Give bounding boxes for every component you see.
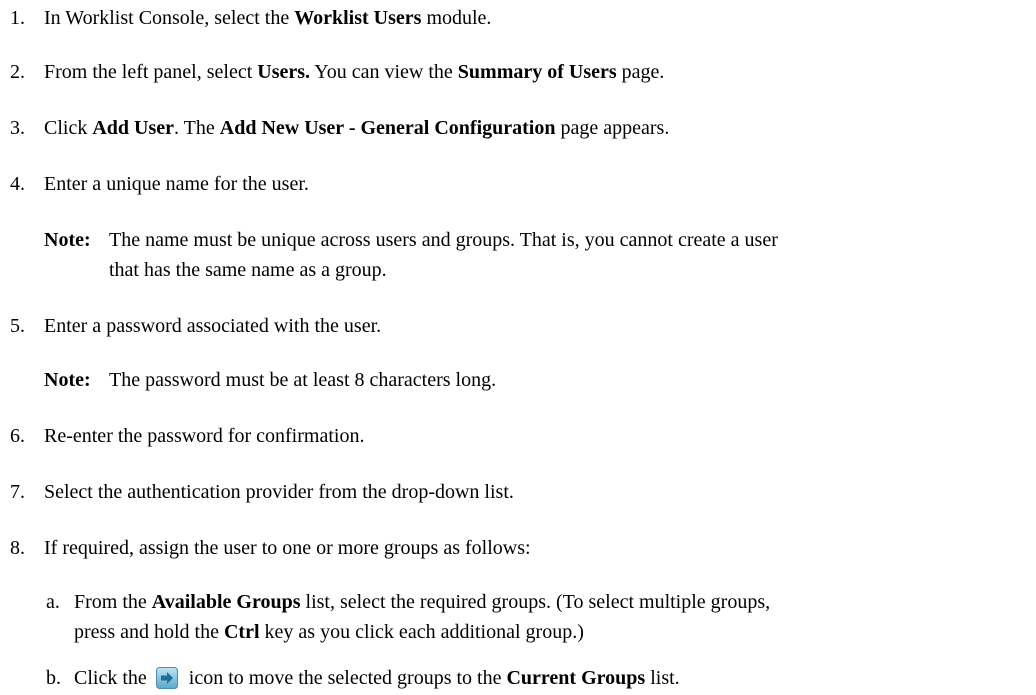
step-text: Click: [44, 117, 93, 139]
step-text: press and hold the: [74, 621, 224, 643]
note-text: The name must be unique across users and…: [109, 229, 778, 251]
step-emphasis: Users.: [257, 61, 311, 83]
note-label: Note:: [44, 229, 91, 251]
step-number: 8.: [10, 537, 25, 559]
step-2: From the left panel, select Users. You c…: [44, 60, 664, 84]
step-number: 1.: [10, 7, 25, 29]
step-text: . The: [174, 117, 220, 139]
step-text: Click the: [74, 667, 152, 689]
step-6: Re-enter the password for confirmation.: [44, 424, 364, 448]
step-number: 2.: [10, 61, 25, 83]
step-1: In Worklist Console, select the Worklist…: [44, 6, 491, 30]
step-text: Enter a password associated with the use…: [44, 315, 382, 337]
step-text: You can view the: [310, 61, 458, 83]
step-text: page appears.: [555, 117, 670, 139]
step-text: icon to move the selected groups to the: [183, 667, 507, 689]
step-5: Enter a password associated with the use…: [44, 314, 381, 338]
step-text: If required, assign the user to one or m…: [44, 537, 531, 559]
substep-letter: b.: [46, 667, 61, 689]
step-text: From the left panel, select: [44, 61, 258, 83]
step-emphasis: Summary of Users: [457, 61, 617, 83]
step-text: Re-enter the password for confirmation.: [44, 425, 365, 447]
note-label: Note:: [44, 369, 91, 391]
step-text: list.: [645, 667, 680, 689]
step-text: From the: [74, 591, 152, 613]
step-4: Enter a unique name for the user.: [44, 172, 309, 196]
step-text: Enter a unique name for the user.: [44, 173, 309, 195]
step-number: 5.: [10, 315, 25, 337]
step-8: If required, assign the user to one or m…: [44, 536, 531, 560]
note-text: The password must be at least 8 characte…: [109, 369, 497, 391]
step-emphasis: Current Groups: [506, 667, 646, 689]
step-number: 7.: [10, 481, 25, 503]
step-emphasis: Add User: [92, 117, 175, 139]
step-emphasis: Add New User - General Configuration: [219, 117, 556, 139]
step-text: page.: [616, 61, 665, 83]
step-emphasis: Available Groups: [151, 591, 301, 613]
substep-b: Click the icon to move the selected grou…: [74, 666, 680, 690]
note-text: that has the same name as a group.: [109, 259, 387, 281]
step-number: 6.: [10, 425, 25, 447]
step-number: 3.: [10, 117, 25, 139]
step-number: 4.: [10, 173, 25, 195]
substep-letter: a.: [46, 591, 60, 613]
step-emphasis: Worklist Users: [294, 7, 422, 29]
step-3: Click Add User. The Add New User - Gener…: [44, 116, 669, 140]
substep-a-line-2: press and hold the Ctrl key as you click…: [74, 620, 584, 644]
step-emphasis: Ctrl: [223, 621, 260, 643]
step-text: In Worklist Console, select the: [44, 7, 295, 29]
step-7: Select the authentication provider from …: [44, 480, 514, 504]
step-text: Select the authentication provider from …: [44, 481, 514, 503]
step-text: module.: [421, 7, 492, 29]
step-text: list, select the required groups. (To se…: [300, 591, 771, 613]
step-text: key as you click each additional group.): [259, 621, 584, 643]
move-right-arrow-icon: [155, 667, 178, 689]
substep-a-line-1: From the Available Groups list, select t…: [74, 590, 770, 614]
